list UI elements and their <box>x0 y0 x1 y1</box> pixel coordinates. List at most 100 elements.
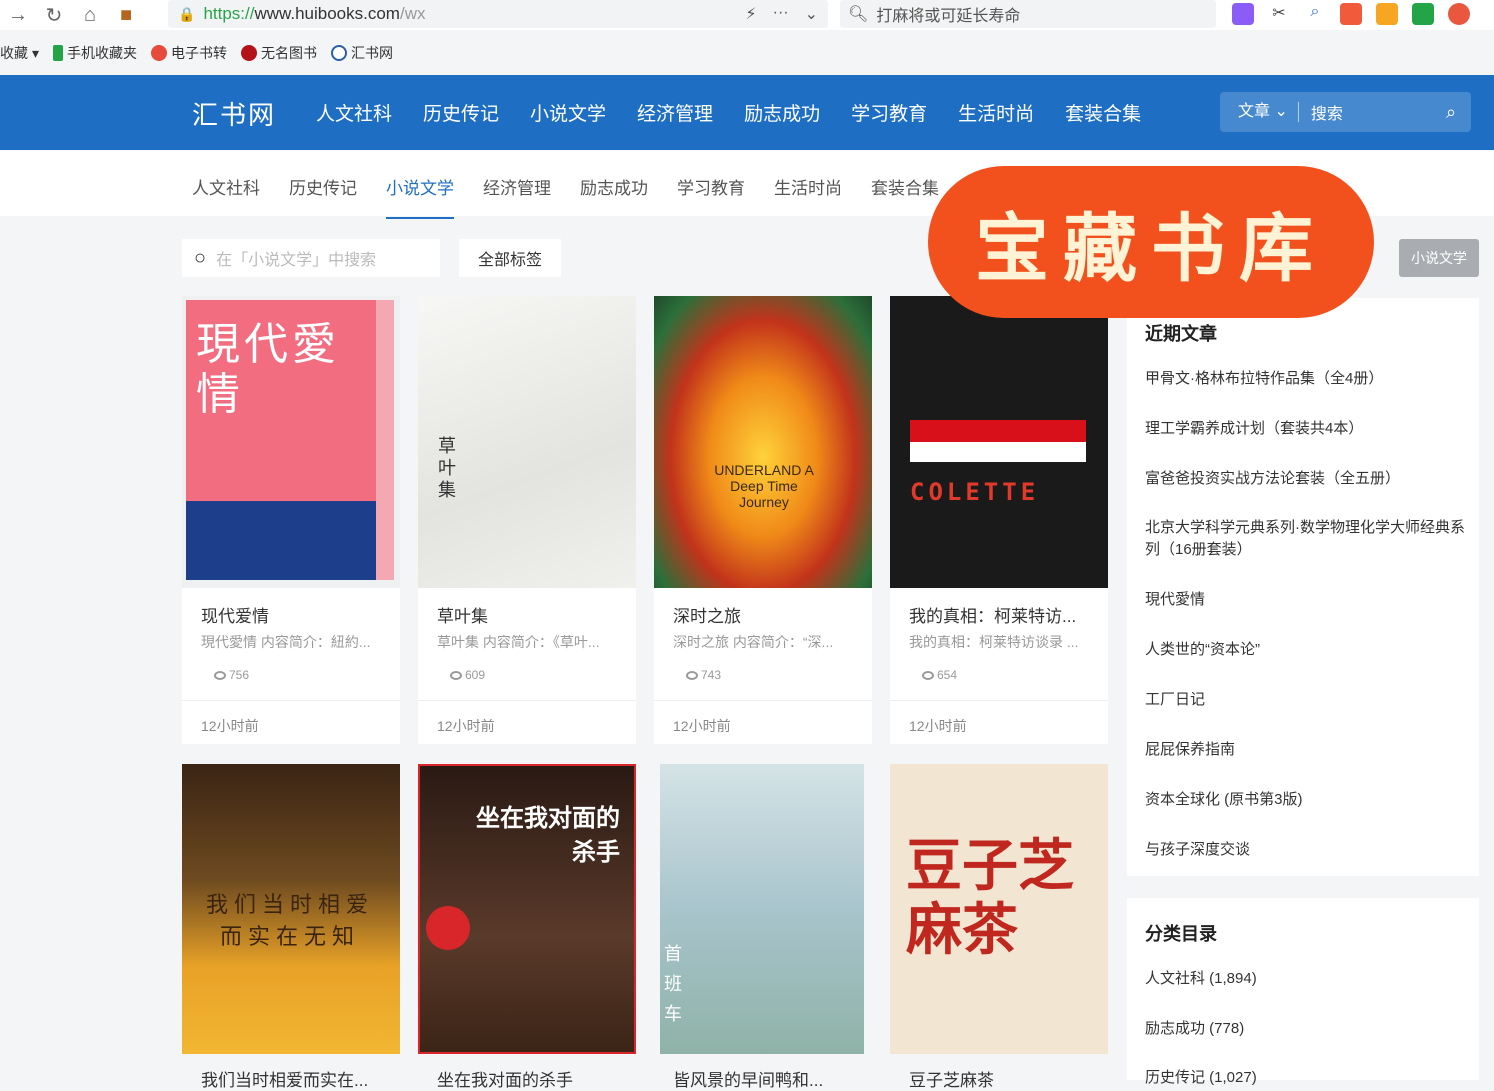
book-title[interactable]: 豆子芝麻茶 <box>909 1066 994 1091</box>
topnav-item-education[interactable]: 学习教育 <box>851 99 927 126</box>
weibo-ext-icon[interactable] <box>1448 3 1470 25</box>
book-card[interactable]: UNDERLAND A Deep Time Journey 深时之旅 深时之旅 … <box>654 296 872 744</box>
phone-icon <box>53 45 64 61</box>
book-title[interactable]: 草叶集 <box>437 602 488 627</box>
category-link[interactable]: 历史传记 (1,027) <box>1145 1067 1465 1089</box>
eye-icon <box>450 670 462 680</box>
address-bar[interactable]: 🔒 https://www.huibooks.com/wx ⚡ ··· ⌄ <box>168 0 828 28</box>
site-search-input[interactable]: 搜索 <box>1299 100 1431 124</box>
recent-post-link[interactable]: 工厂日记 <box>1145 689 1465 711</box>
book-title[interactable]: 现代爱情 <box>201 602 269 627</box>
book-cover[interactable]: 坐在我对面的杀手 <box>418 764 636 1054</box>
bookmark-favorites[interactable]: 收藏 ▾ <box>0 43 39 63</box>
eye-icon <box>214 670 226 680</box>
book-cover[interactable]: 草叶集 <box>418 296 636 588</box>
scissors-icon[interactable]: ✂ <box>1268 3 1290 25</box>
reload-icon[interactable]: ↻ <box>36 3 72 28</box>
lightning-icon[interactable]: ⚡ <box>745 4 756 24</box>
more-icon[interactable]: ··· <box>773 4 789 24</box>
topnav-item-economy[interactable]: 经济管理 <box>637 99 713 126</box>
topnav-item-lifestyle[interactable]: 生活时尚 <box>958 99 1034 126</box>
recent-post-link[interactable]: 現代愛情 <box>1145 589 1465 611</box>
view-count: 743 <box>686 668 721 682</box>
category-search-input[interactable]: ○ 在「小说文学」中搜索 <box>182 239 440 277</box>
recent-post-link[interactable]: 北京大学科学元典系列·数学物理化学大师经典系列（16册套装） <box>1145 517 1465 561</box>
book-title[interactable]: 我的真相：柯莱特访... <box>909 602 1076 627</box>
book-card[interactable]: 草叶集 草叶集 草叶集 内容简介：《草叶... 609 12小时前 <box>418 296 636 744</box>
game-ext-icon[interactable] <box>1340 3 1362 25</box>
book-card[interactable]: COLETTE 我的真相：柯莱特访... 我的真相：柯莱特访谈录 ... 654… <box>890 296 1108 744</box>
bookmark-mobile[interactable]: 手机收藏夹 <box>53 43 137 63</box>
recent-post-link[interactable]: 与孩子深度交谈 <box>1145 839 1465 861</box>
book-title[interactable]: 深时之旅 <box>673 602 741 627</box>
eye-icon <box>686 670 698 680</box>
search-ext-icon[interactable]: ⌕ <box>1304 3 1326 25</box>
chevron-down-icon[interactable]: ⌄ <box>805 4 818 24</box>
book-title[interactable]: 我们当时相爱而实在... <box>201 1066 368 1091</box>
recent-post-link[interactable]: 理工学霸养成计划（套装共4本） <box>1145 418 1465 440</box>
cover-title: 坐在我对面的杀手 <box>476 805 620 866</box>
category-link[interactable]: 励志成功 (778) <box>1145 1018 1465 1040</box>
topnav-item-collections[interactable]: 套装合集 <box>1065 99 1141 126</box>
book-title[interactable]: 坐在我对面的杀手 <box>437 1066 573 1091</box>
book-desc: 我的真相：柯莱特访谈录 ... <box>909 634 1079 650</box>
book-desc: 草叶集 内容简介：《草叶... <box>437 634 600 650</box>
tab-humanities[interactable]: 人文社科 <box>192 174 260 219</box>
topnav-item-humanities[interactable]: 人文社科 <box>316 99 392 126</box>
all-tags-button[interactable]: 全部标签 <box>459 239 561 277</box>
book-title[interactable]: 皆风景的早间鸭和... <box>673 1066 823 1091</box>
book-cover[interactable]: 首班车 <box>660 764 864 1054</box>
bookmarks-bar: 收藏 ▾ 手机收藏夹 电子书转 无名图书 汇书网 <box>0 38 1494 68</box>
recent-posts-widget: 近期文章 甲骨文·格林布拉特作品集（全4册） 理工学霸养成计划（套装共4本） 富… <box>1127 298 1479 876</box>
recent-post-link[interactable]: 甲骨文·格林布拉特作品集（全4册） <box>1145 368 1465 390</box>
site-icon <box>151 45 168 61</box>
recent-post-link[interactable]: 人类世的“资本论” <box>1145 639 1465 661</box>
divider <box>890 700 1108 701</box>
translate-ext-icon[interactable] <box>1232 3 1254 25</box>
view-count: 756 <box>214 668 249 682</box>
tab-success[interactable]: 励志成功 <box>580 174 648 219</box>
shield-ext-icon[interactable] <box>1376 3 1398 25</box>
book-cover[interactable]: 我们当时相爱 而实在无知 <box>182 764 400 1054</box>
topnav-item-success[interactable]: 励志成功 <box>744 99 820 126</box>
home-icon[interactable]: ⌂ <box>72 4 108 27</box>
cover-title: 首班车 <box>664 944 682 1025</box>
tab-history[interactable]: 历史传记 <box>289 174 357 219</box>
browser-toolbar: → ↻ ⌂ ■ 🔒 https://www.huibooks.com/wx ⚡ … <box>0 0 1494 30</box>
divider <box>654 700 872 701</box>
search-icon[interactable]: ⌕ <box>1431 102 1471 123</box>
briefcase-icon[interactable]: ■ <box>108 4 144 27</box>
tab-lifestyle[interactable]: 生活时尚 <box>774 174 842 219</box>
book-cover[interactable]: UNDERLAND A Deep Time Journey <box>654 296 872 588</box>
browser-search-text: 打麻将或可延长寿命 <box>876 8 1021 25</box>
tab-collections[interactable]: 套装合集 <box>871 174 939 219</box>
recent-post-link[interactable]: 资本全球化 (原书第3版) <box>1145 789 1465 811</box>
cover-title: UNDERLAND A Deep Time Journey <box>714 462 814 510</box>
tab-education[interactable]: 学习教育 <box>677 174 745 219</box>
site-logo[interactable]: 汇书网 <box>192 95 276 132</box>
book-desc: 現代愛情 内容简介：紐約... <box>201 634 371 650</box>
tab-economy[interactable]: 经济管理 <box>483 174 551 219</box>
tab-fiction[interactable]: 小说文学 <box>386 174 454 219</box>
forward-icon[interactable]: → <box>0 4 36 27</box>
search-category-select[interactable]: 文章 ⌄ <box>1220 102 1299 122</box>
site-search[interactable]: 文章 ⌄ 搜索 ⌕ <box>1220 92 1471 132</box>
bookmark-huibooks[interactable]: 汇书网 <box>331 43 393 63</box>
category-link[interactable]: 人文社科 (1,894) <box>1145 968 1465 990</box>
book-card[interactable]: 現代愛情 现代爱情 現代愛情 内容简介：紐約... 756 12小时前 <box>182 296 400 744</box>
recent-post-link[interactable]: 屁屁保养指南 <box>1145 739 1465 761</box>
book-cover[interactable]: 豆子芝麻茶 <box>890 764 1108 1054</box>
cover-title: 我们当时相爱 而实在无知 <box>205 893 374 950</box>
browser-search-box[interactable]: 🔍︎ 打麻将或可延长寿命 <box>840 0 1216 28</box>
wechat-ext-icon[interactable] <box>1412 3 1434 25</box>
post-time: 12小时前 <box>201 718 259 734</box>
recent-post-link[interactable]: 富爸爸投资实战方法论套装（全五册） <box>1145 468 1465 490</box>
book-cover[interactable]: COLETTE <box>890 296 1108 588</box>
book-cover[interactable]: 現代愛情 <box>182 296 400 588</box>
bookmark-library[interactable]: 无名图书 <box>241 43 317 63</box>
topnav-item-history[interactable]: 历史传记 <box>423 99 499 126</box>
cover-title: 豆子芝麻茶 <box>906 833 1074 963</box>
bookmark-ebook[interactable]: 电子书转 <box>151 43 227 63</box>
topnav-item-fiction[interactable]: 小说文学 <box>530 99 606 126</box>
view-count: 654 <box>922 668 957 682</box>
